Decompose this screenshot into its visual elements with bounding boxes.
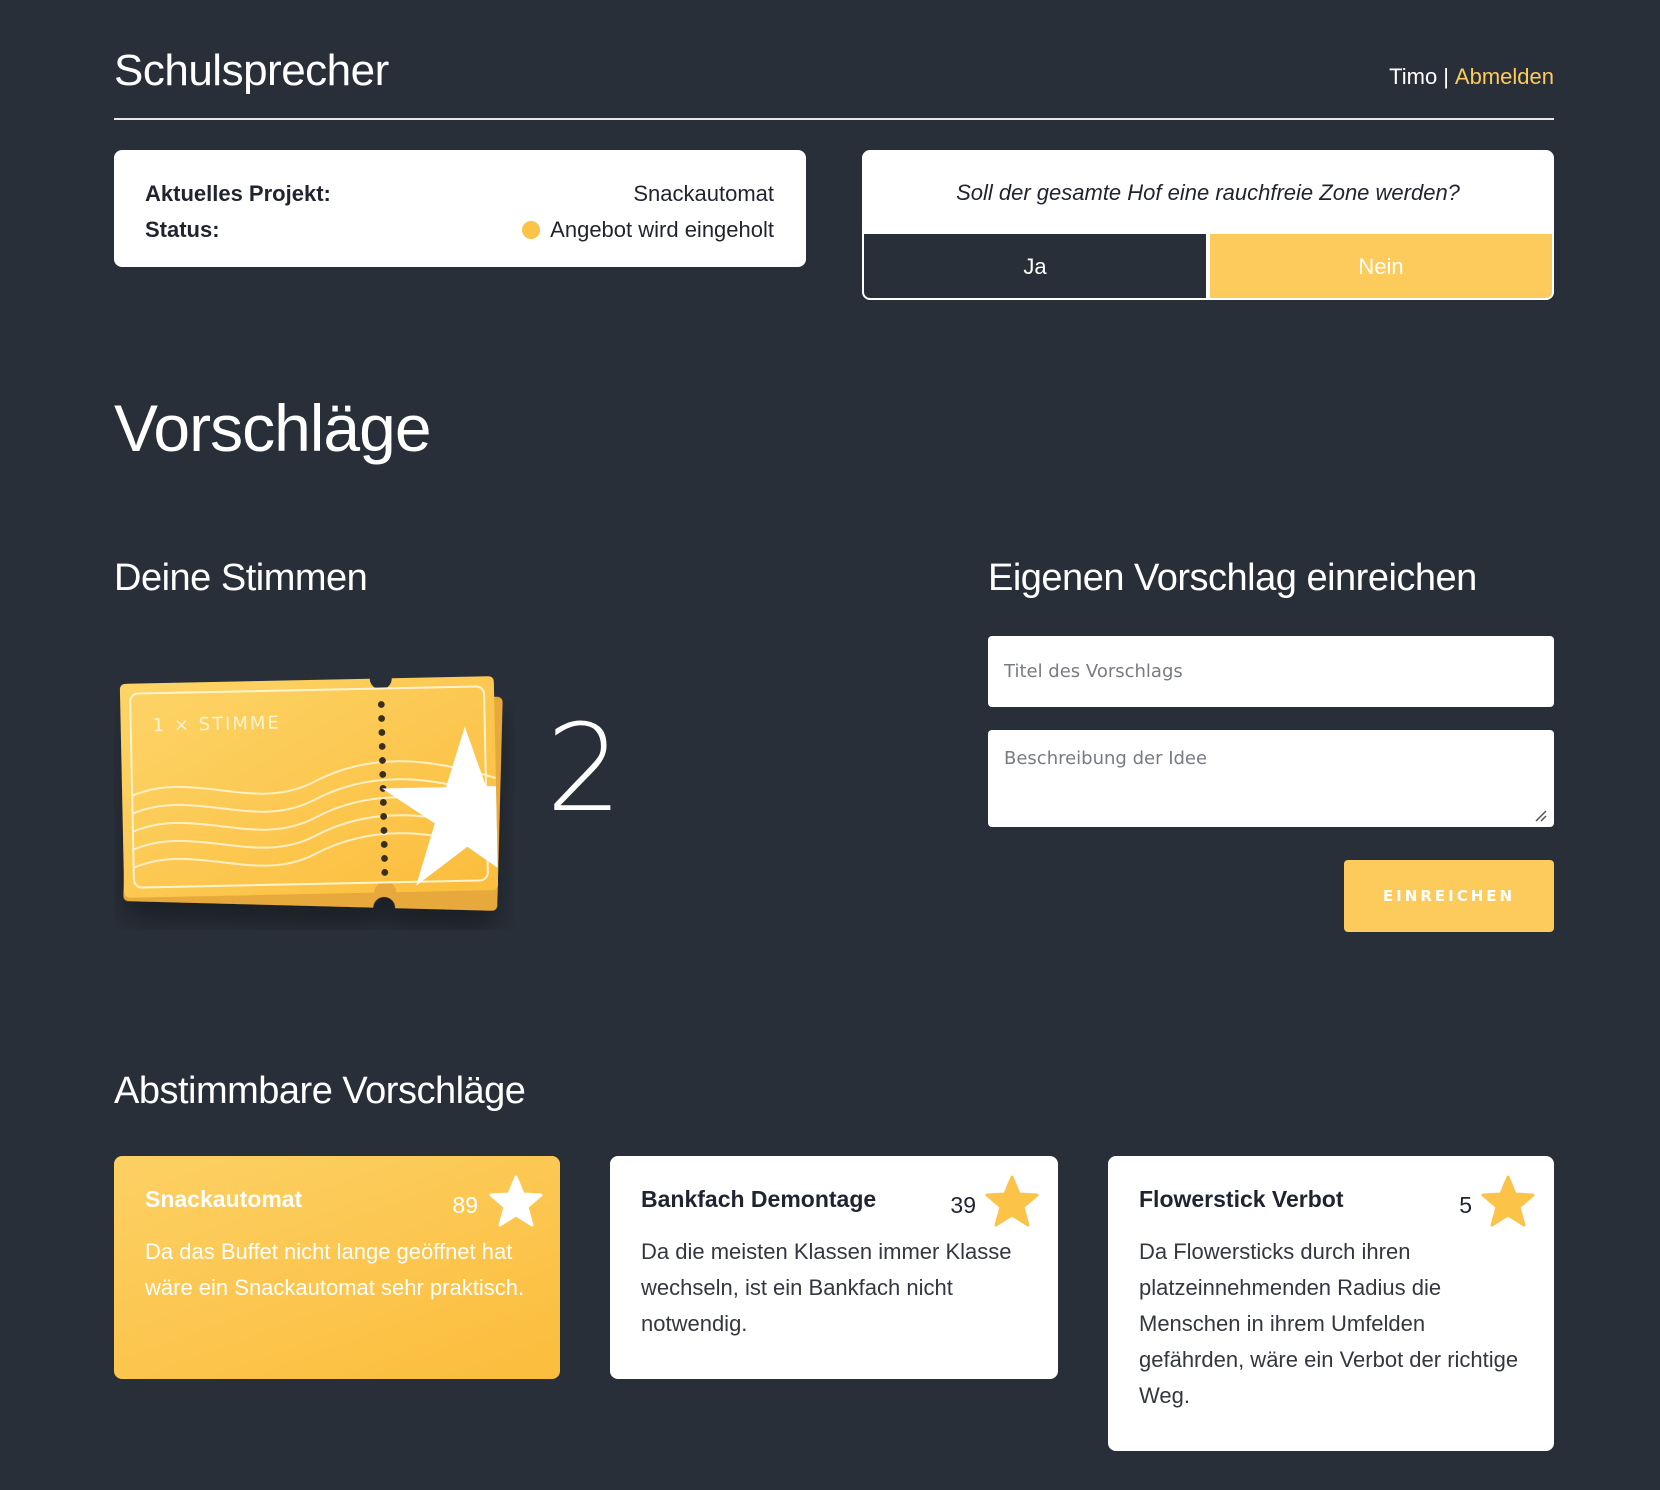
ticket-label: 1 × STIMME xyxy=(152,713,281,737)
current-project-label: Aktuelles Projekt: xyxy=(145,181,331,206)
proposal-description: Da die meisten Klassen immer Klasse wech… xyxy=(641,1239,1012,1336)
proposals-heading: Abstimmbare Vorschläge xyxy=(114,1070,526,1112)
header: Schulsprecher Timo | Abmelden xyxy=(114,40,1554,120)
proposal-vote-count: 89 xyxy=(452,1192,478,1218)
status-label: Status: xyxy=(145,217,220,242)
vote-ticket-icon: 1 × STIMME xyxy=(114,670,514,930)
poll-question: Soll der gesamte Hof eine rauchfreie Zon… xyxy=(956,180,1460,205)
star-icon[interactable] xyxy=(1480,1174,1536,1230)
proposal-vote-count: 39 xyxy=(950,1192,976,1218)
poll-yes-button[interactable]: Ja xyxy=(864,234,1206,298)
proposal-description-input[interactable] xyxy=(988,730,1554,827)
current-project-value: Snackautomat xyxy=(633,181,774,206)
current-project-card: Aktuelles Projekt: Snackautomat Status: … xyxy=(114,150,806,267)
proposal-title-input[interactable] xyxy=(988,636,1554,707)
proposal-card-flowerstick[interactable]: Flowerstick Verbot 5 Da Flowersticks dur… xyxy=(1108,1156,1554,1451)
status-value: Angebot wird eingeholt xyxy=(550,217,774,242)
user-area: Timo | Abmelden xyxy=(1389,64,1554,90)
proposal-description: Da das Buffet nicht lange geöffnet hat w… xyxy=(145,1239,525,1300)
star-icon[interactable] xyxy=(488,1174,544,1230)
votes-heading: Deine Stimmen xyxy=(114,557,368,599)
proposal-description: Da Flowersticks durch ihren platzeinnehm… xyxy=(1139,1239,1519,1408)
status-value-wrap: Angebot wird eingeholt xyxy=(522,217,774,243)
star-icon[interactable] xyxy=(984,1174,1040,1230)
user-separator: | xyxy=(1443,64,1449,89)
site-title: Schulsprecher xyxy=(114,46,389,95)
status-dot-icon xyxy=(522,221,541,239)
vote-count: 2 xyxy=(546,700,623,839)
username: Timo xyxy=(1389,64,1438,89)
submit-heading: Eigenen Vorschlag einreichen xyxy=(988,557,1477,599)
poll-options: Ja Nein xyxy=(864,234,1552,298)
logout-link[interactable]: Abmelden xyxy=(1455,64,1554,89)
vote-ticket-graphic: 1 × STIMME xyxy=(119,676,503,911)
current-project-row: Aktuelles Projekt: Snackautomat xyxy=(145,176,774,212)
proposal-card-snackautomat[interactable]: Snackautomat 89 Da das Buffet nicht lang… xyxy=(114,1156,560,1379)
poll-no-button[interactable]: Nein xyxy=(1210,234,1552,298)
status-row: Status: Angebot wird eingeholt xyxy=(145,212,774,248)
proposal-card-bankfach[interactable]: Bankfach Demontage 39 Da die meisten Kla… xyxy=(610,1156,1058,1379)
submit-button[interactable]: EINREICHEN xyxy=(1344,860,1554,932)
proposal-vote-count: 5 xyxy=(1459,1192,1472,1218)
resize-grip-icon[interactable] xyxy=(1533,808,1547,822)
poll-card: Soll der gesamte Hof eine rauchfreie Zon… xyxy=(862,150,1554,300)
section-title: Vorschläge xyxy=(114,391,432,465)
